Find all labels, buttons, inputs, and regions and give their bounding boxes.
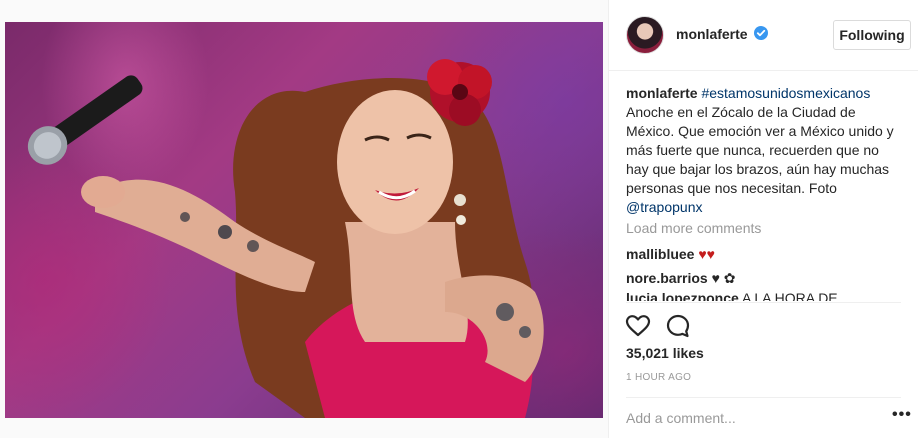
divider: [626, 397, 901, 398]
post-timestamp[interactable]: 1 HOUR AGO: [626, 372, 691, 383]
speech-bubble-icon[interactable]: [665, 313, 691, 339]
author-username[interactable]: monlaferte: [676, 26, 748, 42]
verified-badge-icon: [754, 26, 768, 40]
caption-mention[interactable]: @trapopunx: [626, 199, 702, 215]
comment-text: A LA HORA DE: [741, 293, 838, 301]
comment-text: ♥ ✿: [711, 270, 736, 286]
following-button[interactable]: Following: [833, 20, 911, 50]
comment-username[interactable]: lucia.lopezponce: [626, 293, 739, 301]
post-header: monlaferte Following: [609, 0, 918, 71]
load-more-comments-link[interactable]: Load more comments: [626, 220, 761, 236]
comment-text: ♥♥: [698, 246, 715, 262]
ellipsis-icon[interactable]: •••: [892, 406, 912, 424]
post-photo[interactable]: [0, 0, 608, 438]
comment-row-partial: lucia.lopezponce A LA HORA DE: [626, 293, 901, 301]
caption-text: Anoche en el Zócalo de la Ciudad de Méxi…: [626, 104, 894, 196]
divider: [626, 302, 901, 303]
instagram-post: monlaferte Following monlaferte #estamos…: [0, 0, 918, 438]
add-comment-input[interactable]: [626, 410, 876, 426]
comment-username[interactable]: mallibluee: [626, 246, 694, 262]
post-caption: monlaferte #estamosunidosmexicanos Anoch…: [626, 84, 901, 217]
heart-outline-icon[interactable]: [625, 313, 651, 339]
caption-username[interactable]: monlaferte: [626, 85, 698, 101]
concert-illustration: [27, 59, 544, 418]
caption-hashtag[interactable]: #estamosunidosmexicanos: [701, 85, 870, 101]
comment-username[interactable]: nore.barrios: [626, 270, 708, 286]
likes-count[interactable]: 35,021 likes: [626, 345, 704, 361]
comment-row: mallibluee ♥♥: [626, 246, 715, 262]
concert-photo: [5, 22, 603, 418]
avatar[interactable]: [626, 16, 664, 54]
comment-row: nore.barrios ♥ ✿: [626, 270, 736, 287]
